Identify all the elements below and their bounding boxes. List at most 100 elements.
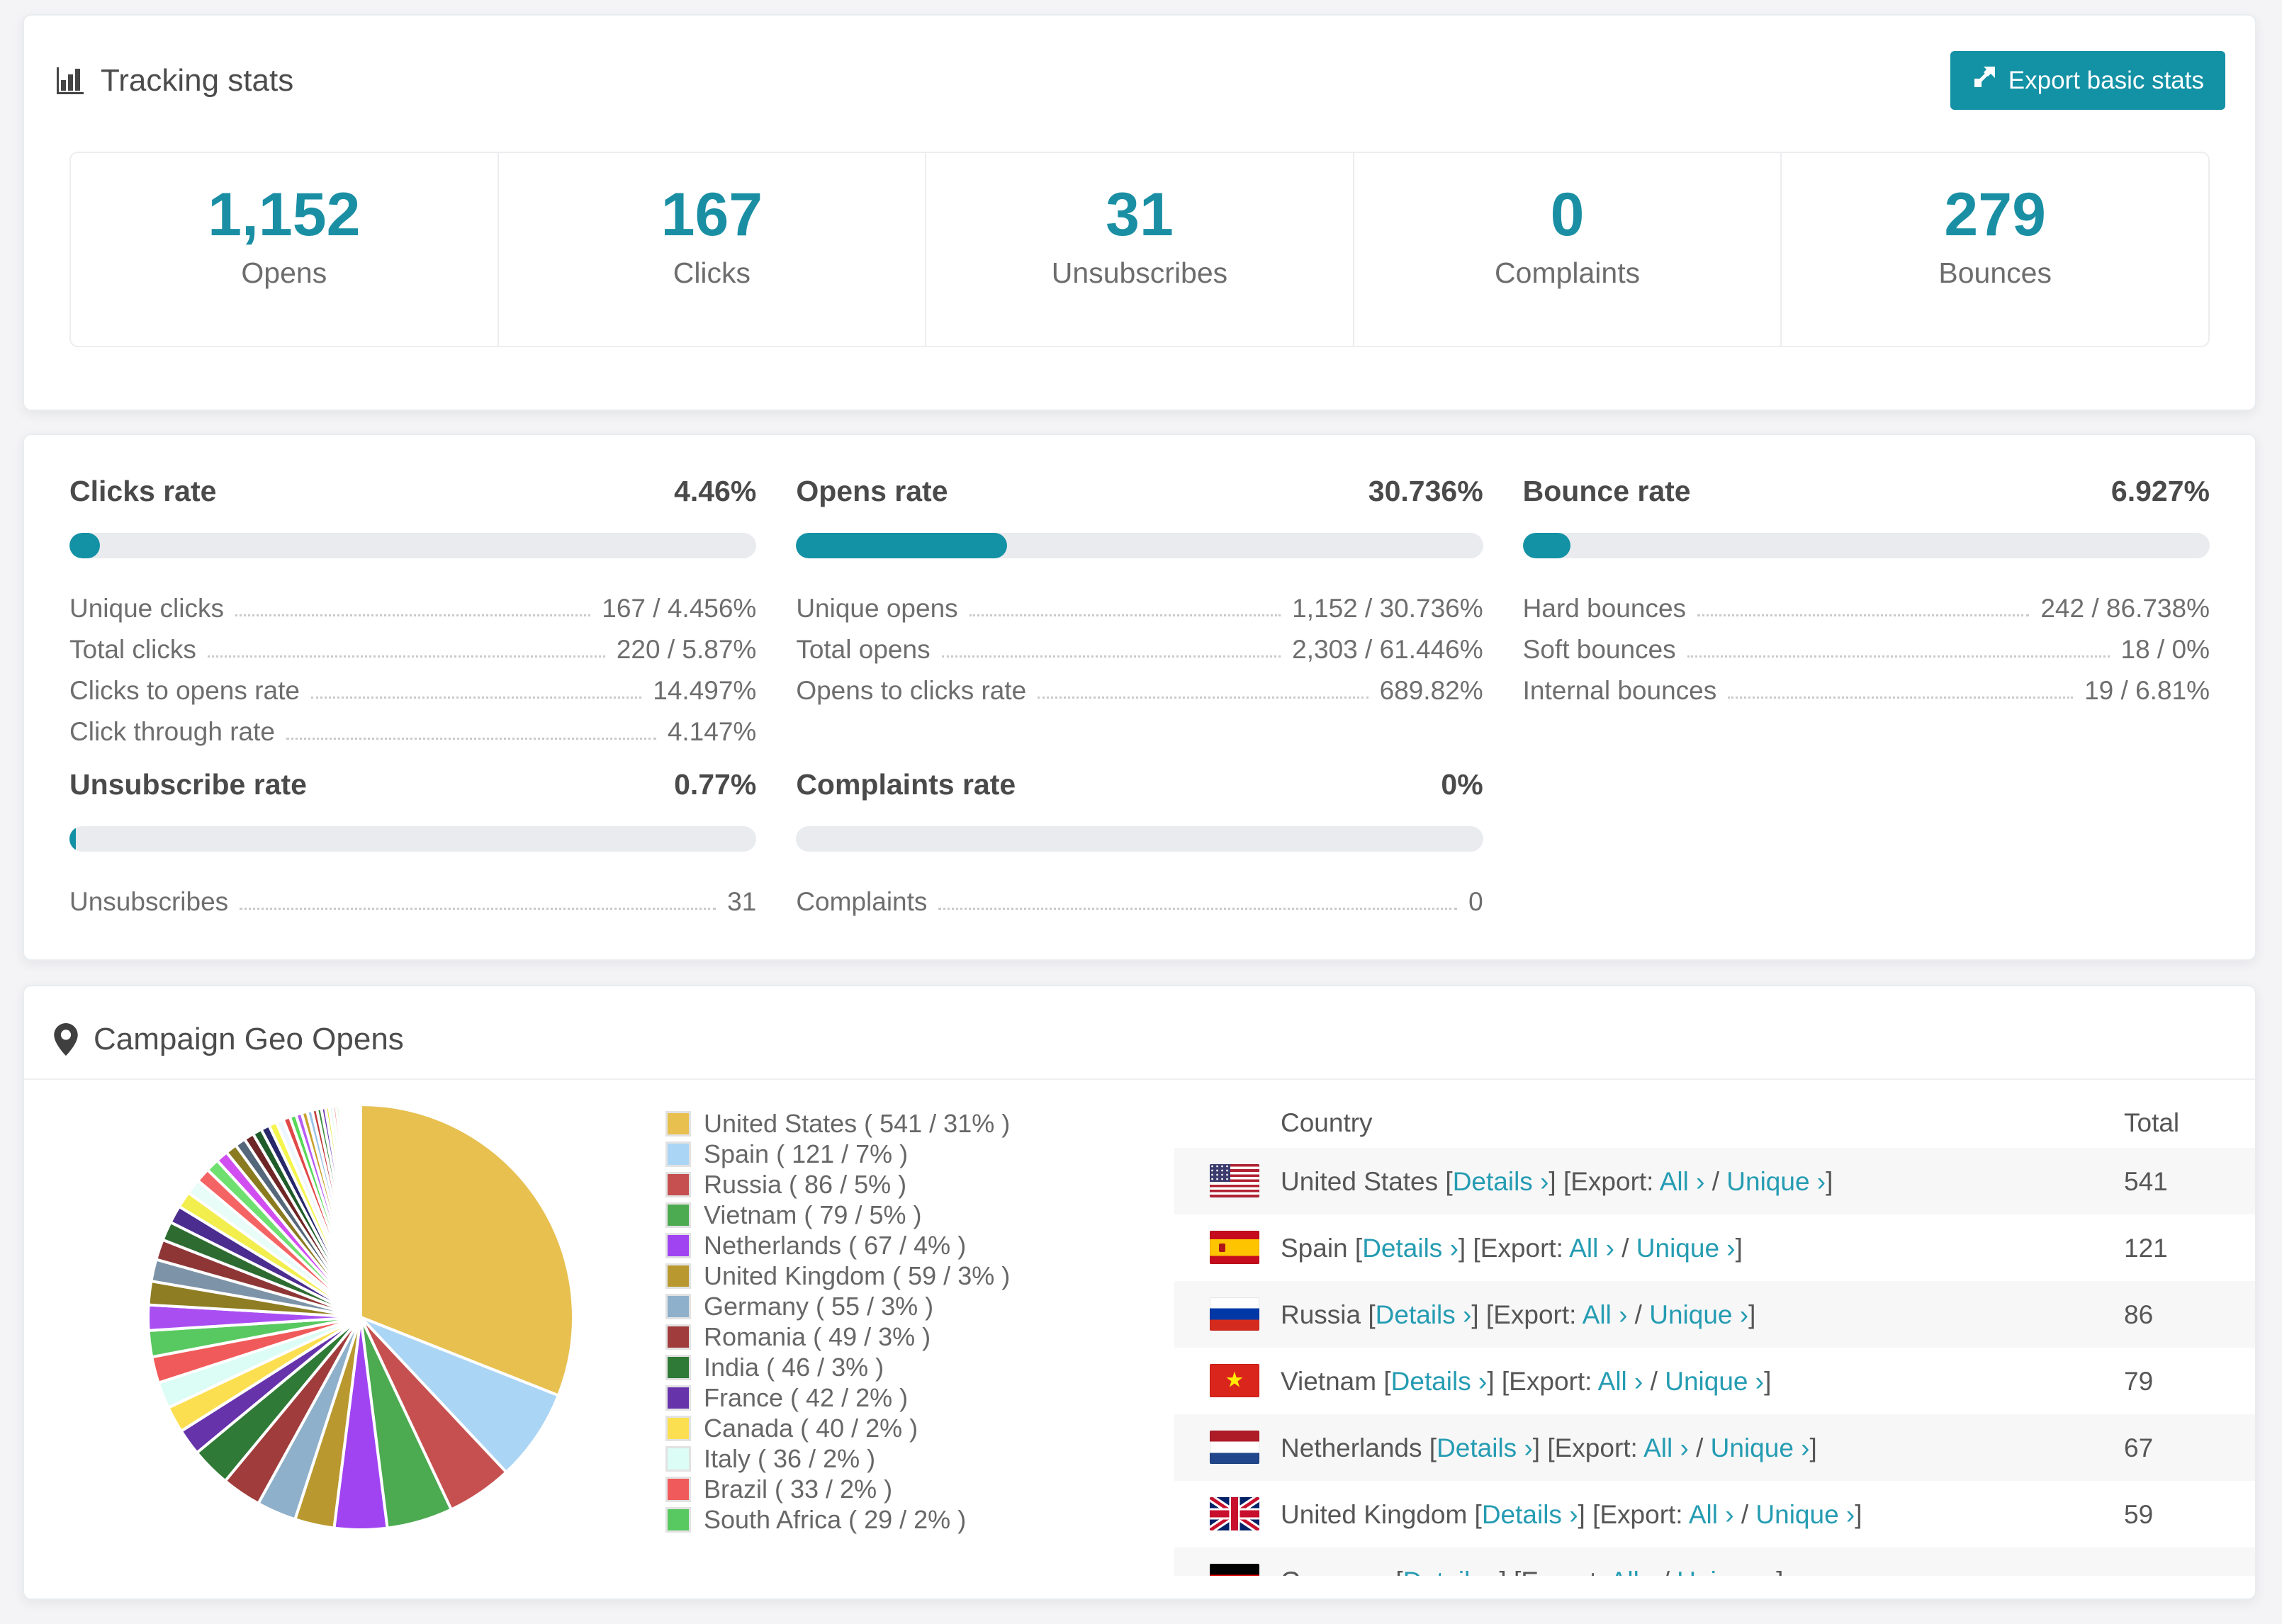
rate-value: 0.77% — [674, 768, 757, 801]
rate-detail-value: 18 / 0% — [2120, 635, 2210, 664]
legend-item: United States ( 541 / 31% ) — [665, 1108, 1010, 1139]
export-unique-link[interactable]: Unique › — [1711, 1433, 1810, 1462]
pie-legend: United States ( 541 / 31% ) Spain ( 121 … — [665, 1108, 1010, 1535]
geo-table-row: United States [Details ›] [Export: All ›… — [1174, 1148, 2255, 1214]
rate-detail-label: Unique clicks — [69, 594, 224, 623]
export-all-link[interactable]: All › — [1583, 1300, 1628, 1329]
column-header-country: Country — [1281, 1108, 1373, 1137]
rate-detail-row: Total clicks 220 / 5.87% — [69, 624, 756, 665]
legend-swatch — [665, 1263, 691, 1289]
country-flag-nl — [1210, 1431, 1259, 1464]
country-cell: Germany [Details ›] [Export: All › / Uni… — [1281, 1567, 1783, 1576]
details-link[interactable]: Details › — [1403, 1567, 1500, 1576]
details-link[interactable]: Details › — [1376, 1300, 1472, 1329]
tracking-stats-card: Tracking stats Export basic stats 1,152 … — [23, 14, 2256, 411]
export-basic-stats-button[interactable]: Export basic stats — [1950, 51, 2225, 110]
export-unique-link[interactable]: Unique › — [1649, 1300, 1748, 1329]
rate-detail-label: Hard bounces — [1522, 594, 1687, 623]
rate-detail-label: Clicks to opens rate — [69, 676, 300, 705]
total-cell: 541 — [2124, 1167, 2168, 1196]
details-link[interactable]: Details › — [1437, 1433, 1533, 1462]
rate-detail-row: Click through rate 4.147% — [69, 706, 756, 747]
legend-label: Canada ( 40 / 2% ) — [704, 1413, 918, 1443]
legend-item: France ( 42 / 2% ) — [665, 1382, 1010, 1413]
legend-label: Italy ( 36 / 2% ) — [704, 1443, 876, 1473]
legend-swatch — [665, 1415, 691, 1441]
page-title: Tracking stats — [101, 62, 294, 98]
dotted-leader — [1728, 697, 2074, 699]
legend-label: Russia ( 86 / 5% ) — [704, 1169, 907, 1199]
legend-swatch — [665, 1202, 691, 1228]
dotted-leader — [310, 697, 642, 699]
rate-detail-label: Total opens — [796, 635, 931, 664]
export-unique-link[interactable]: Unique › — [1726, 1167, 1826, 1196]
legend-swatch — [665, 1141, 691, 1167]
rate-progress-track — [796, 826, 1483, 852]
legend-swatch — [665, 1324, 691, 1350]
legend-swatch — [665, 1506, 691, 1533]
legend-item: Italy ( 36 / 2% ) — [665, 1443, 1010, 1474]
rates-grid: Clicks rate 4.46% Unique clicks 167 / 4.… — [24, 435, 2255, 917]
country-flag-us — [1210, 1164, 1259, 1197]
rate-title: Unsubscribe rate — [69, 768, 307, 801]
geo-table-row: Russia [Details ›] [Export: All › / Uniq… — [1174, 1281, 2255, 1348]
export-all-link[interactable]: All › — [1569, 1234, 1614, 1263]
legend-item: Vietnam ( 79 / 5% ) — [665, 1200, 1010, 1230]
geo-table-row: Vietnam [Details ›] [Export: All › / Uni… — [1174, 1348, 2255, 1414]
export-unique-link[interactable]: Unique › — [1755, 1500, 1855, 1529]
legend-label: Netherlands ( 67 / 4% ) — [704, 1230, 967, 1260]
export-icon — [1972, 64, 1997, 96]
country-flag-es — [1210, 1231, 1259, 1264]
legend-item: Netherlands ( 67 / 4% ) — [665, 1230, 1010, 1261]
rate-progress-track — [69, 826, 757, 852]
rate-detail-value: 19 / 6.81% — [2084, 676, 2210, 705]
rate-title: Bounce rate — [1522, 475, 1691, 507]
legend-label: South Africa ( 29 / 2% ) — [704, 1504, 967, 1534]
rate-value: 4.46% — [674, 475, 757, 507]
export-unique-link[interactable]: Unique › — [1677, 1567, 1776, 1576]
details-link[interactable]: Details › — [1391, 1367, 1488, 1396]
stat-label: Unsubscribes — [1051, 256, 1228, 290]
rate-progress-fill — [69, 533, 101, 558]
rate-detail-row: Unique clicks 167 / 4.456% — [69, 582, 756, 624]
legend-label: Spain ( 121 / 7% ) — [704, 1139, 909, 1168]
geo-title-wrap: Campaign Geo Opens — [54, 1022, 404, 1057]
rate-detail-label: Unsubscribes — [69, 887, 229, 916]
rate-progress-track — [69, 533, 757, 558]
dotted-leader — [235, 614, 591, 616]
rate-detail-label: Unique opens — [796, 594, 958, 623]
details-link[interactable]: Details › — [1482, 1500, 1578, 1529]
geo-opens-pie-chart — [147, 1103, 575, 1531]
export-all-link[interactable]: All › — [1598, 1367, 1643, 1396]
rate-detail-value: 242 / 86.738% — [2040, 594, 2210, 623]
legend-label: Germany ( 55 / 3% ) — [704, 1291, 934, 1321]
rate-block: Unsubscribe rate 0.77% Unsubscribes 31 — [69, 768, 757, 917]
rate-title: Opens rate — [796, 475, 948, 507]
export-all-link[interactable]: All › — [1610, 1567, 1656, 1576]
total-cell: 67 — [2124, 1433, 2154, 1462]
legend-swatch — [665, 1232, 691, 1258]
summary-stat-box: 167 Clicks — [499, 153, 927, 346]
export-unique-link[interactable]: Unique › — [1665, 1367, 1764, 1396]
rate-value: 0% — [1441, 768, 1483, 801]
export-unique-link[interactable]: Unique › — [1636, 1234, 1736, 1263]
country-cell: Vietnam [Details ›] [Export: All › / Uni… — [1281, 1367, 1772, 1396]
details-link[interactable]: Details › — [1453, 1167, 1549, 1196]
pie-slice-other — [357, 1103, 362, 1319]
legend-label: India ( 46 / 3% ) — [704, 1352, 884, 1382]
dotted-leader — [969, 614, 1281, 616]
export-all-link[interactable]: All › — [1660, 1167, 1705, 1196]
export-all-link[interactable]: All › — [1643, 1433, 1689, 1462]
details-link[interactable]: Details › — [1362, 1234, 1458, 1263]
rate-detail-row: Hard bounces 242 / 86.738% — [1523, 582, 2210, 624]
stat-label: Clicks — [673, 256, 751, 290]
legend-swatch — [665, 1110, 691, 1137]
rate-title: Clicks rate — [69, 475, 217, 507]
export-all-link[interactable]: All › — [1689, 1500, 1734, 1529]
legend-item: Romania ( 49 / 3% ) — [665, 1321, 1010, 1352]
map-pin-icon — [54, 1023, 78, 1056]
total-cell: 79 — [2124, 1367, 2154, 1396]
country-name: United Kingdom — [1281, 1500, 1468, 1529]
summary-stat-box: 31 Unsubscribes — [926, 153, 1354, 346]
stat-value: 1,152 — [208, 181, 361, 249]
